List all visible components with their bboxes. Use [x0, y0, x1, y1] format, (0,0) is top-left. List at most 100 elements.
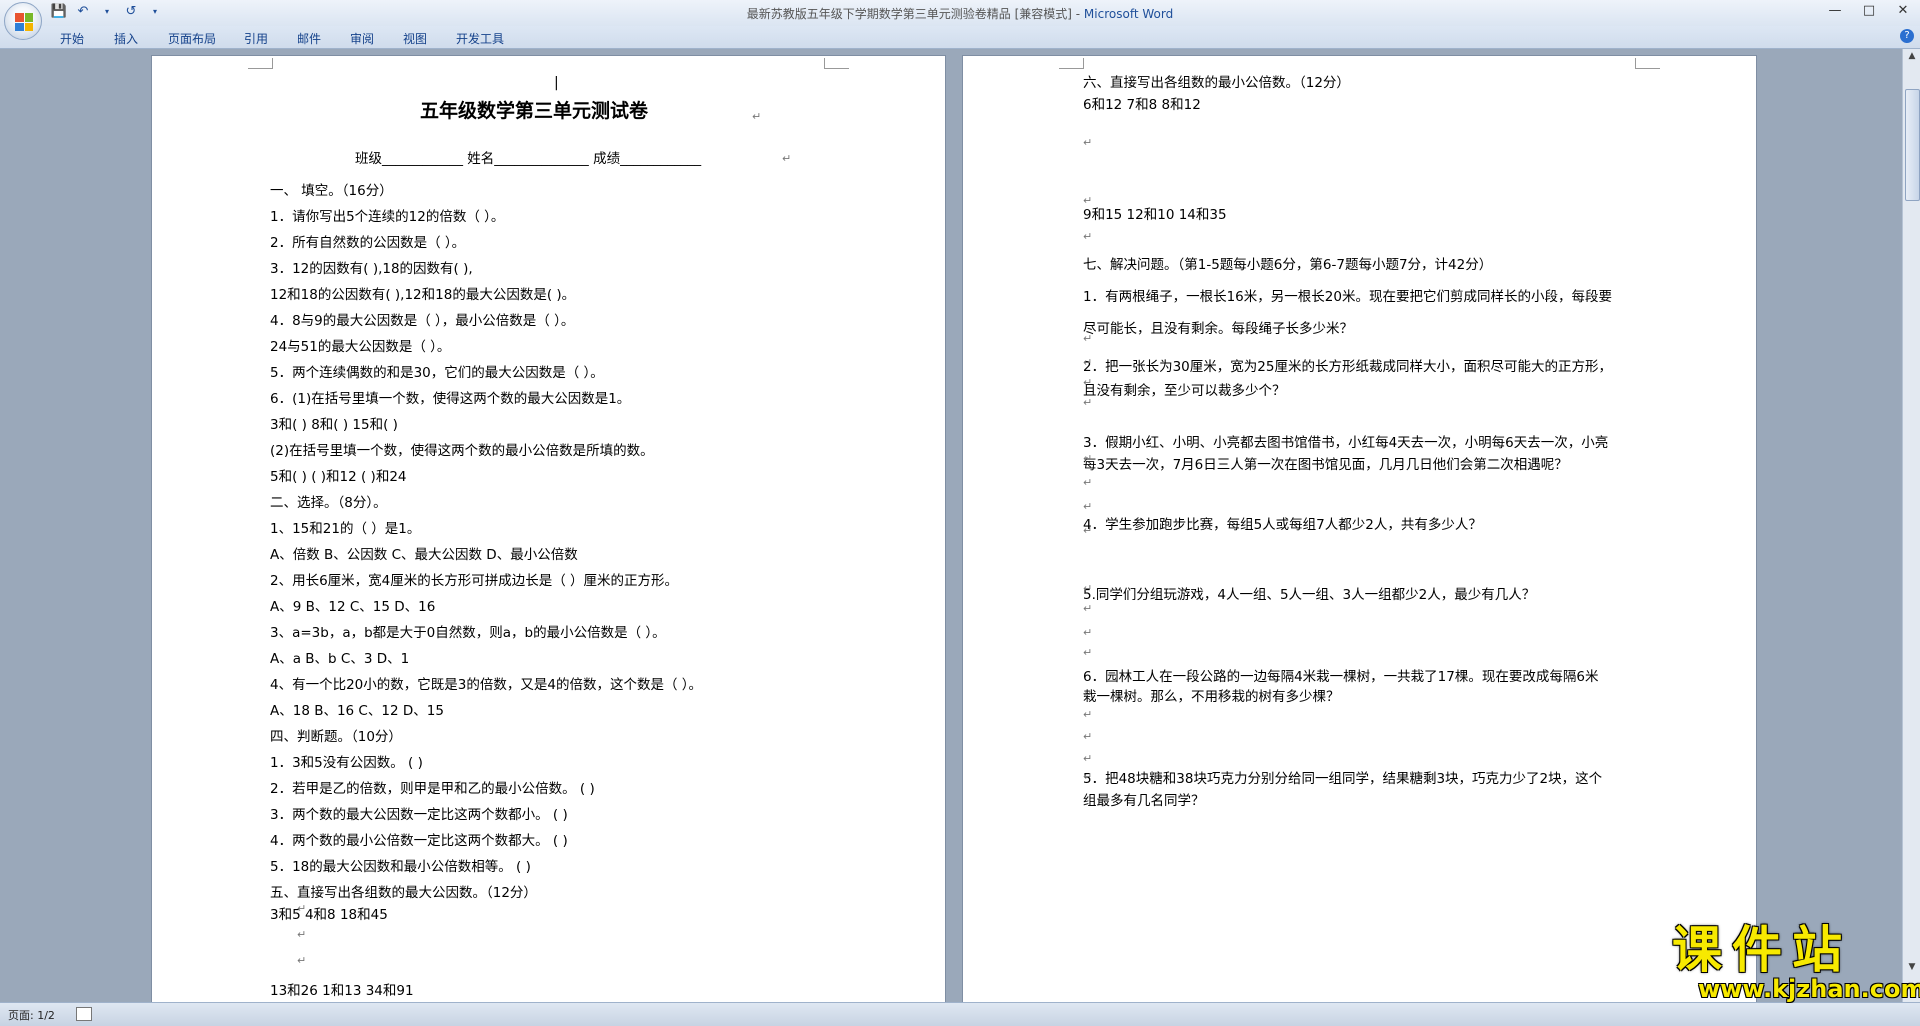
page-1-line: 2．若甲是乙的倍数，则甲是甲和乙的最小公倍数。 ( ): [270, 781, 595, 797]
paragraph-mark: ↵: [1083, 730, 1093, 743]
page-1-line: 3、a=3b，a，b都是大于0自然数，则a，b的最小公倍数是（ ）。: [270, 625, 666, 641]
paragraph-mark: ↵: [1083, 626, 1093, 639]
scroll-up-icon[interactable]: ▲: [1903, 49, 1920, 63]
page-1-line: 4、有一个比20小的数，它既是3的倍数，又是4的倍数，这个数是（ ）。: [270, 677, 702, 693]
maximize-icon[interactable]: □: [1852, 0, 1886, 22]
paragraph-mark: ↵: [1083, 452, 1093, 465]
page-2-line: 2．把一张长为30厘米，宽为25厘米的长方形纸裁成同样大小，面积尽可能大的正方形…: [1083, 359, 1612, 375]
paragraph-mark: ↵: [1083, 332, 1093, 345]
crop-mark: [824, 58, 849, 69]
tab-home[interactable]: 开始: [60, 30, 84, 47]
crop-mark: [248, 58, 273, 69]
page-1-line: 3和( ) 8和( ) 15和( ): [270, 417, 398, 433]
watermark-url: www.kjzhan.com: [1698, 975, 1920, 1003]
paragraph-mark: ↵: [1083, 752, 1093, 765]
vertical-scrollbar[interactable]: ▲ ▼: [1902, 49, 1920, 1002]
document-page-1[interactable]: | 五年级数学第三单元测试卷 ↵ 班级____________ 姓名______…: [152, 56, 945, 1002]
page-2-line: 七、解决问题。（第1-5题每小题6分，第6-7题每小题7分，计42分）: [1083, 257, 1493, 273]
paragraph-mark: ↵: [752, 110, 762, 123]
text-cursor: |: [554, 75, 559, 91]
page-1-line: 3．12的因数有( ),18的因数有( ),: [270, 261, 473, 277]
page-1-line: 12和18的公因数有( ),12和18的最大公因数是( )。: [270, 287, 576, 303]
page-2-line: 6和12 7和8 8和12: [1083, 97, 1201, 113]
watermark-text: 课件站: [1672, 921, 1852, 979]
page-1-line: 5和( ) ( )和12 ( )和24: [270, 469, 407, 485]
paragraph-mark: ↵: [1083, 688, 1093, 701]
page-1-line: 1．请你写出5个连续的12的倍数（ ）。: [270, 209, 505, 225]
help-icon[interactable]: ?: [1900, 29, 1914, 43]
page-1-line: 24与51的最大公因数是（ ）。: [270, 339, 451, 355]
page-indicator[interactable]: 页面: 1/2: [8, 1007, 55, 1023]
tab-page-layout[interactable]: 页面布局: [168, 30, 216, 47]
paragraph-mark: ↵: [297, 928, 307, 941]
page-2-line: 栽一棵树。那么，不用移栽的树有多少棵？: [1083, 689, 1340, 705]
app-name: Microsoft Word: [1083, 7, 1174, 21]
paragraph-mark: ↵: [1083, 396, 1093, 409]
page-1-line: 一、 填空。（16分）: [270, 183, 393, 199]
page-2-line: 5．把48块糖和38块巧克力分别分给同一组同学，结果糖剩3块，巧克力少了2块，这…: [1083, 771, 1603, 787]
tab-developer[interactable]: 开发工具: [456, 30, 504, 47]
page-1-line: 3．两个数的最大公因数一定比这两个数都小。 ( ): [270, 807, 568, 823]
status-bar: 页面: 1/2: [0, 1002, 1920, 1026]
tab-insert[interactable]: 插入: [114, 30, 138, 47]
page-1-line: A、倍数 B、公因数 C、最大公因数 D、最小公倍数: [270, 547, 578, 563]
page-1-line: 4．8与9的最大公因数是（ ），最小公倍数是（ ）。: [270, 313, 575, 329]
paragraph-mark: ↵: [1083, 646, 1093, 659]
page-2-line: 4．学生参加跑步比赛，每组5人或每组7人都少2人，共有多少人？: [1083, 517, 1482, 533]
page-1-line: 1．3和5没有公因数。 ( ): [270, 755, 423, 771]
office-button[interactable]: [4, 2, 42, 40]
paragraph-mark: ↵: [1083, 582, 1093, 595]
tab-review[interactable]: 审阅: [350, 30, 374, 47]
paragraph-mark: ↵: [1083, 524, 1093, 537]
tab-references[interactable]: 引用: [244, 30, 268, 47]
paragraph-mark: ↵: [782, 152, 792, 165]
page-1-line: 5．两个连续偶数的和是30，它们的最大公因数是（ ）。: [270, 365, 604, 381]
paragraph-mark: ↵: [1083, 500, 1093, 513]
paragraph-mark: ↵: [1083, 230, 1093, 243]
paragraph-mark: ↵: [297, 902, 307, 915]
paragraph-mark: ↵: [1083, 194, 1093, 207]
minimize-icon[interactable]: —: [1818, 0, 1852, 22]
page-2-line: 每3天去一次，7月6日三人第一次在图书馆见面，几月几日他们会第二次相遇呢？: [1083, 457, 1568, 473]
page-1-line: 5．18的最大公因数和最小公倍数相等。 ( ): [270, 859, 531, 875]
scrollbar-thumb[interactable]: [1905, 89, 1920, 201]
page-1-line: A、18 B、16 C、12 D、15: [270, 703, 444, 719]
page-1-line: 2．所有自然数的公因数是（ ）。: [270, 235, 466, 251]
close-icon[interactable]: ✕: [1886, 0, 1920, 22]
page-1-line: A、9 B、12 C、15 D、16: [270, 599, 436, 615]
info-line: 班级____________ 姓名______________ 成绩______…: [355, 151, 702, 167]
page-2-line: 六、直接写出各组数的最小公倍数。（12分）: [1083, 75, 1350, 91]
proofing-icon[interactable]: [76, 1007, 92, 1021]
paragraph-mark: ↵: [1083, 708, 1093, 721]
page-1-line: 4．两个数的最小公倍数一定比这两个数都大。 ( ): [270, 833, 568, 849]
page-1-line: 6．(1)在括号里填一个数，使得这两个数的最大公因数是1。: [270, 391, 631, 407]
page-2-line: 3．假期小红、小明、小亮都去图书馆借书，小红每4天去一次，小明每6天去一次，小亮: [1083, 435, 1609, 451]
page-2-line: 1．有两根绳子，一根长16米，另一根长20米。现在要把它们剪成同样长的小段，每段…: [1083, 289, 1612, 305]
tab-mailings[interactable]: 邮件: [297, 30, 321, 47]
document-page-2[interactable]: 六、直接写出各组数的最小公倍数。（12分） 6和12 7和8 8和12 9和15…: [963, 56, 1756, 1002]
page-1-line: 五、直接写出各组数的最大公因数。（12分）: [270, 885, 537, 901]
window-controls: — □ ✕: [1818, 0, 1920, 22]
page-1-line: 四、判断题。（10分）: [270, 729, 402, 745]
paragraph-mark: ↵: [1083, 476, 1093, 489]
crop-mark: [1059, 58, 1084, 69]
paragraph-mark: ↵: [1083, 356, 1093, 369]
paragraph-mark: ↵: [297, 954, 307, 967]
title-bar: 💾 ↶ ▾ ↺ ▾ 最新苏教版五年级下学期数学第三单元测验卷精品 [兼容模式] …: [0, 0, 1920, 26]
paragraph-mark: ↵: [1083, 136, 1093, 149]
office-logo-icon: [15, 13, 33, 31]
site-watermark: 课件站 www.kjzhan.com: [1672, 924, 1920, 1002]
page-1-line: 二、选择。（8分）。: [270, 495, 387, 511]
page-2-line: 6．园林工人在一段公路的一边每隔4米栽一棵树，一共栽了17棵。现在要改成每隔6米: [1083, 669, 1599, 685]
paragraph-mark: ↵: [1083, 602, 1093, 615]
document-title-heading: 五年级数学第三单元测试卷: [420, 100, 649, 122]
paragraph-mark: ↵: [1083, 770, 1093, 783]
document-title: 最新苏教版五年级下学期数学第三单元测验卷精品 [兼容模式] -: [746, 7, 1084, 21]
page-2-line: 且没有剩余，至少可以裁多少个？: [1083, 383, 1286, 399]
ribbon-tabs: 开始 插入 页面布局 引用 邮件 审阅 视图 开发工具: [0, 26, 1920, 49]
page-1-line: 1、15和21的（ ）是1。: [270, 521, 421, 537]
page-1-line: 2、用长6厘米，宽4厘米的长方形可拼成边长是（ ）厘米的正方形。: [270, 573, 679, 589]
window-title: 最新苏教版五年级下学期数学第三单元测验卷精品 [兼容模式] - Microsof…: [0, 5, 1920, 22]
document-workspace: | 五年级数学第三单元测试卷 ↵ 班级____________ 姓名______…: [0, 49, 1902, 1002]
tab-view[interactable]: 视图: [403, 30, 427, 47]
